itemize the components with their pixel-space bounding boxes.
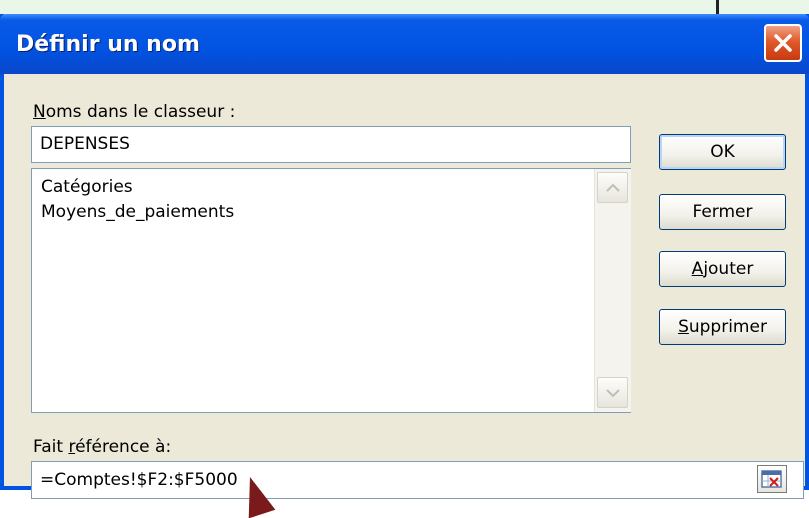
delete-label: upprimer [688,317,767,337]
scroll-down-button[interactable] [597,377,628,408]
listbox-scrollbar[interactable] [594,169,631,412]
names-in-workbook-label: Noms dans le classeur : [33,102,235,122]
name-input[interactable]: DEPENSES [31,126,631,163]
title-bar: Définir un nom [0,14,809,74]
ref-label-after: éférence à: [75,437,172,457]
chevron-down-icon [606,389,620,398]
refers-to-label: Fait référence à: [33,437,171,457]
spreadsheet-cell-marker [716,0,719,14]
add-button[interactable]: Ajouter [659,251,786,287]
chevron-up-icon [606,183,620,192]
names-label-text: oms dans le classeur : [45,102,236,122]
names-label-access-key: N [33,102,46,122]
list-item[interactable]: Moyens_de_paiements [41,200,234,225]
scroll-up-button[interactable] [597,172,628,203]
dialog-title: Définir un nom [16,32,200,57]
spreadsheet-backdrop [0,0,809,15]
refers-to-input[interactable]: =Comptes!$F2:$F5000 [31,461,804,499]
add-label: jouter [703,259,754,279]
close-icon [774,34,792,52]
list-item[interactable]: Catégories [41,175,234,200]
close-button[interactable] [764,24,802,62]
ok-button[interactable]: OK [659,134,786,170]
delete-access-key: S [678,317,689,337]
delete-button[interactable]: Supprimer [659,309,786,345]
range-picker-button[interactable] [757,465,787,493]
ref-label-before: Fait [33,437,69,457]
add-access-key: A [691,259,704,279]
names-listbox[interactable]: Catégories Moyens_de_paiements [31,168,631,413]
range-select-icon [761,470,782,488]
names-list: Catégories Moyens_de_paiements [41,175,234,225]
close-dialog-button[interactable]: Fermer [659,194,786,230]
